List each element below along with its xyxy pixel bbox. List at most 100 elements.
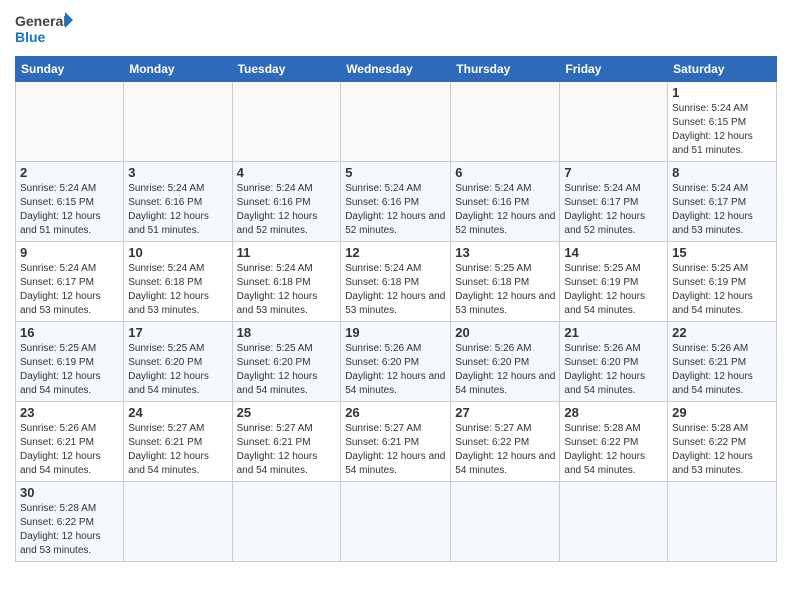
day-number: 6 (455, 165, 555, 180)
day-info: Sunrise: 5:25 AM Sunset: 6:20 PM Dayligh… (237, 342, 337, 398)
calendar-cell (560, 82, 668, 162)
day-info: Sunrise: 5:24 AM Sunset: 6:17 PM Dayligh… (564, 182, 663, 238)
weekday-header-saturday: Saturday (668, 57, 777, 82)
calendar-cell: 18 Sunrise: 5:25 AM Sunset: 6:20 PM Dayli… (232, 322, 341, 402)
calendar-cell (451, 82, 560, 162)
day-info: Sunrise: 5:26 AM Sunset: 6:20 PM Dayligh… (345, 342, 446, 398)
logo-svg: GeneralBlue (15, 10, 75, 50)
calendar-cell: 22 Sunrise: 5:26 AM Sunset: 6:21 PM Dayli… (668, 322, 777, 402)
calendar-cell: 15 Sunrise: 5:25 AM Sunset: 6:19 PM Dayli… (668, 242, 777, 322)
day-number: 12 (345, 245, 446, 260)
svg-text:General: General (15, 13, 67, 29)
weekday-header-friday: Friday (560, 57, 668, 82)
calendar-cell: 10 Sunrise: 5:24 AM Sunset: 6:18 PM Dayli… (124, 242, 232, 322)
logo: GeneralBlue (15, 10, 75, 50)
day-number: 17 (128, 325, 227, 340)
day-info: Sunrise: 5:24 AM Sunset: 6:16 PM Dayligh… (345, 182, 446, 238)
day-info: Sunrise: 5:28 AM Sunset: 6:22 PM Dayligh… (20, 502, 119, 558)
calendar-cell: 14 Sunrise: 5:25 AM Sunset: 6:19 PM Dayli… (560, 242, 668, 322)
day-number: 28 (564, 405, 663, 420)
day-info: Sunrise: 5:24 AM Sunset: 6:18 PM Dayligh… (237, 262, 337, 318)
day-number: 27 (455, 405, 555, 420)
calendar-cell: 5 Sunrise: 5:24 AM Sunset: 6:16 PM Daylig… (341, 162, 451, 242)
day-info: Sunrise: 5:25 AM Sunset: 6:18 PM Dayligh… (455, 262, 555, 318)
day-info: Sunrise: 5:24 AM Sunset: 6:15 PM Dayligh… (672, 102, 772, 158)
day-info: Sunrise: 5:28 AM Sunset: 6:22 PM Dayligh… (672, 422, 772, 478)
day-info: Sunrise: 5:24 AM Sunset: 6:18 PM Dayligh… (128, 262, 227, 318)
calendar-cell: 26 Sunrise: 5:27 AM Sunset: 6:21 PM Dayli… (341, 402, 451, 482)
calendar-cell (16, 82, 124, 162)
day-info: Sunrise: 5:26 AM Sunset: 6:20 PM Dayligh… (564, 342, 663, 398)
calendar-cell: 30 Sunrise: 5:28 AM Sunset: 6:22 PM Dayli… (16, 482, 124, 562)
day-number: 26 (345, 405, 446, 420)
day-number: 19 (345, 325, 446, 340)
day-info: Sunrise: 5:24 AM Sunset: 6:15 PM Dayligh… (20, 182, 119, 238)
day-info: Sunrise: 5:27 AM Sunset: 6:22 PM Dayligh… (455, 422, 555, 478)
calendar-cell: 28 Sunrise: 5:28 AM Sunset: 6:22 PM Dayli… (560, 402, 668, 482)
day-info: Sunrise: 5:25 AM Sunset: 6:19 PM Dayligh… (20, 342, 119, 398)
calendar-cell: 4 Sunrise: 5:24 AM Sunset: 6:16 PM Daylig… (232, 162, 341, 242)
calendar-cell (341, 482, 451, 562)
day-info: Sunrise: 5:27 AM Sunset: 6:21 PM Dayligh… (345, 422, 446, 478)
day-number: 14 (564, 245, 663, 260)
day-number: 13 (455, 245, 555, 260)
calendar-cell: 25 Sunrise: 5:27 AM Sunset: 6:21 PM Dayli… (232, 402, 341, 482)
calendar-cell (232, 82, 341, 162)
calendar-cell (232, 482, 341, 562)
day-info: Sunrise: 5:27 AM Sunset: 6:21 PM Dayligh… (128, 422, 227, 478)
day-info: Sunrise: 5:26 AM Sunset: 6:21 PM Dayligh… (672, 342, 772, 398)
day-number: 16 (20, 325, 119, 340)
calendar-cell: 12Sunrise: 5:24 AM Sunset: 6:18 PM Dayli… (341, 242, 451, 322)
calendar-cell: 3Sunrise: 5:24 AM Sunset: 6:16 PM Daylig… (124, 162, 232, 242)
day-number: 30 (20, 485, 119, 500)
calendar-cell: 19 Sunrise: 5:26 AM Sunset: 6:20 PM Dayli… (341, 322, 451, 402)
weekday-header-thursday: Thursday (451, 57, 560, 82)
day-number: 22 (672, 325, 772, 340)
calendar-cell (668, 482, 777, 562)
day-info: Sunrise: 5:26 AM Sunset: 6:20 PM Dayligh… (455, 342, 555, 398)
day-number: 25 (237, 405, 337, 420)
calendar-cell: 6Sunrise: 5:24 AM Sunset: 6:16 PM Daylig… (451, 162, 560, 242)
day-number: 21 (564, 325, 663, 340)
day-info: Sunrise: 5:24 AM Sunset: 6:16 PM Dayligh… (128, 182, 227, 238)
day-number: 23 (20, 405, 119, 420)
calendar-cell: 11Sunrise: 5:24 AM Sunset: 6:18 PM Dayli… (232, 242, 341, 322)
calendar-cell: 17 Sunrise: 5:25 AM Sunset: 6:20 PM Dayli… (124, 322, 232, 402)
day-info: Sunrise: 5:25 AM Sunset: 6:20 PM Dayligh… (128, 342, 227, 398)
day-number: 2 (20, 165, 119, 180)
calendar-cell: 27 Sunrise: 5:27 AM Sunset: 6:22 PM Dayli… (451, 402, 560, 482)
day-number: 7 (564, 165, 663, 180)
calendar-cell: 1 Sunrise: 5:24 AM Sunset: 6:15 PM Daylig… (668, 82, 777, 162)
day-number: 1 (672, 85, 772, 100)
day-info: Sunrise: 5:24 AM Sunset: 6:16 PM Dayligh… (237, 182, 337, 238)
calendar-cell: 23 Sunrise: 5:26 AM Sunset: 6:21 PM Dayli… (16, 402, 124, 482)
day-number: 5 (345, 165, 446, 180)
calendar-cell: 8 Sunrise: 5:24 AM Sunset: 6:17 PM Daylig… (668, 162, 777, 242)
calendar-cell: 21 Sunrise: 5:26 AM Sunset: 6:20 PM Dayli… (560, 322, 668, 402)
day-number: 29 (672, 405, 772, 420)
calendar-cell (451, 482, 560, 562)
calendar-cell: 24Sunrise: 5:27 AM Sunset: 6:21 PM Dayli… (124, 402, 232, 482)
day-info: Sunrise: 5:24 AM Sunset: 6:17 PM Dayligh… (672, 182, 772, 238)
day-number: 8 (672, 165, 772, 180)
calendar-header: SundayMondayTuesdayWednesdayThursdayFrid… (16, 57, 777, 82)
day-number: 9 (20, 245, 119, 260)
weekday-header-sunday: Sunday (16, 57, 124, 82)
day-info: Sunrise: 5:26 AM Sunset: 6:21 PM Dayligh… (20, 422, 119, 478)
day-info: Sunrise: 5:25 AM Sunset: 6:19 PM Dayligh… (564, 262, 663, 318)
day-info: Sunrise: 5:27 AM Sunset: 6:21 PM Dayligh… (237, 422, 337, 478)
day-number: 15 (672, 245, 772, 260)
day-number: 10 (128, 245, 227, 260)
weekday-header-wednesday: Wednesday (341, 57, 451, 82)
calendar-cell: 29 Sunrise: 5:28 AM Sunset: 6:22 PM Dayli… (668, 402, 777, 482)
day-number: 4 (237, 165, 337, 180)
calendar-cell: 2 Sunrise: 5:24 AM Sunset: 6:15 PM Daylig… (16, 162, 124, 242)
calendar-cell (124, 82, 232, 162)
day-info: Sunrise: 5:28 AM Sunset: 6:22 PM Dayligh… (564, 422, 663, 478)
day-info: Sunrise: 5:25 AM Sunset: 6:19 PM Dayligh… (672, 262, 772, 318)
day-number: 18 (237, 325, 337, 340)
svg-text:Blue: Blue (15, 29, 46, 45)
calendar-table: SundayMondayTuesdayWednesdayThursdayFrid… (15, 56, 777, 562)
day-info: Sunrise: 5:24 AM Sunset: 6:17 PM Dayligh… (20, 262, 119, 318)
calendar-cell: 20Sunrise: 5:26 AM Sunset: 6:20 PM Dayli… (451, 322, 560, 402)
